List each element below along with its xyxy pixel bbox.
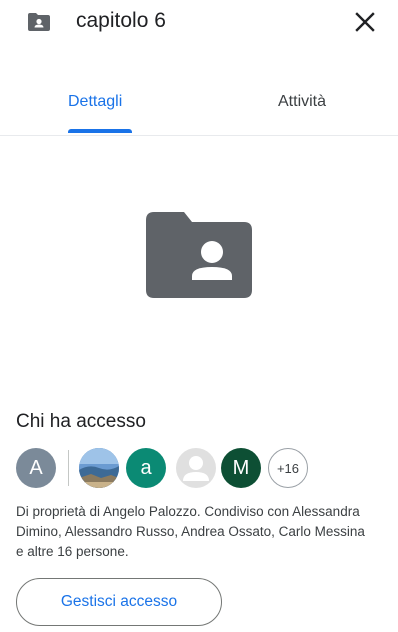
avatar[interactable]: M [221,448,261,488]
manage-access-button[interactable]: Gestisci accesso [16,578,222,626]
more-people-avatar[interactable]: +16 [268,448,308,488]
shared-folder-icon [28,13,50,31]
landscape-photo-icon [79,448,119,488]
access-avatars[interactable]: A a M +16 [16,448,386,488]
avatar-divider [68,450,69,486]
tab-activity[interactable]: Attività [278,92,326,112]
sharing-description: Di proprietà di Angelo Palozzo. Condivis… [16,504,365,559]
avatar[interactable] [79,448,119,488]
owner-avatar[interactable]: A [16,448,56,488]
more-people-count: +16 [276,460,300,476]
shared-folder-icon [146,212,252,298]
access-heading: Chi ha accesso [16,411,146,432]
avatar-letter: a [140,456,152,479]
owner-avatar-letter: A [29,456,43,479]
tab-details[interactable]: Dettagli [68,92,122,112]
active-tab-indicator [68,129,132,133]
person-icon [183,456,209,481]
avatar[interactable]: a [126,448,166,488]
manage-access-label: Gestisci accesso [60,593,178,610]
panel-header: capitolo 6 [0,0,398,44]
avatar[interactable] [176,448,216,488]
avatar-letter: M [232,456,250,479]
panel-title: capitolo 6 [76,9,166,32]
tab-bar: Dettagli Attività [0,80,398,136]
close-icon[interactable] [352,9,378,35]
